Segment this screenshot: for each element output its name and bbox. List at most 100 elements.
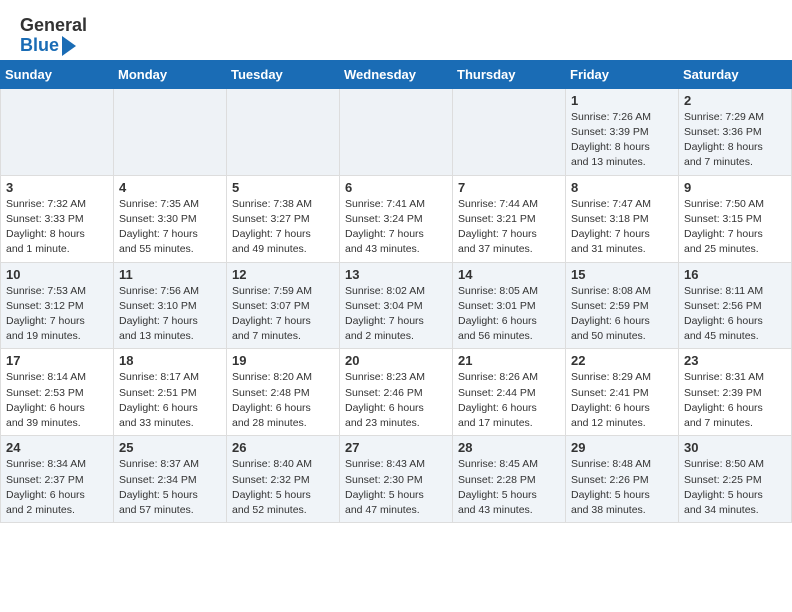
calendar-day-cell xyxy=(227,88,340,175)
day-number: 17 xyxy=(6,353,108,368)
day-number: 30 xyxy=(684,440,786,455)
calendar-day-cell: 14 Sunrise: 8:05 AM Sunset: 3:01 PM Dayli… xyxy=(453,262,566,349)
day-number: 29 xyxy=(571,440,673,455)
calendar-day-cell: 10 Sunrise: 7:53 AM Sunset: 3:12 PM Dayli… xyxy=(1,262,114,349)
calendar-day-cell: 26 Sunrise: 8:40 AM Sunset: 2:32 PM Dayli… xyxy=(227,436,340,523)
day-number: 4 xyxy=(119,180,221,195)
day-info: Sunrise: 7:59 AM Sunset: 3:07 PM Dayligh… xyxy=(232,284,334,345)
day-info: Sunrise: 8:40 AM Sunset: 2:32 PM Dayligh… xyxy=(232,457,334,518)
day-info: Sunrise: 7:56 AM Sunset: 3:10 PM Dayligh… xyxy=(119,284,221,345)
calendar-day-cell: 23 Sunrise: 8:31 AM Sunset: 2:39 PM Dayli… xyxy=(679,349,792,436)
calendar-week-row: 1 Sunrise: 7:26 AM Sunset: 3:39 PM Daylig… xyxy=(1,88,792,175)
calendar-day-cell: 16 Sunrise: 8:11 AM Sunset: 2:56 PM Dayli… xyxy=(679,262,792,349)
calendar-day-cell: 12 Sunrise: 7:59 AM Sunset: 3:07 PM Dayli… xyxy=(227,262,340,349)
calendar-table: SundayMondayTuesdayWednesdayThursdayFrid… xyxy=(0,60,792,523)
day-number: 11 xyxy=(119,267,221,282)
day-number: 26 xyxy=(232,440,334,455)
weekday-header: Monday xyxy=(114,60,227,88)
day-info: Sunrise: 8:31 AM Sunset: 2:39 PM Dayligh… xyxy=(684,370,786,431)
calendar-day-cell: 17 Sunrise: 8:14 AM Sunset: 2:53 PM Dayli… xyxy=(1,349,114,436)
day-info: Sunrise: 8:48 AM Sunset: 2:26 PM Dayligh… xyxy=(571,457,673,518)
day-number: 1 xyxy=(571,93,673,108)
day-info: Sunrise: 7:35 AM Sunset: 3:30 PM Dayligh… xyxy=(119,197,221,258)
calendar-day-cell: 27 Sunrise: 8:43 AM Sunset: 2:30 PM Dayli… xyxy=(340,436,453,523)
page-header: General Blue xyxy=(0,0,792,60)
logo-blue: Blue xyxy=(20,36,59,56)
day-number: 27 xyxy=(345,440,447,455)
day-number: 20 xyxy=(345,353,447,368)
weekday-header: Wednesday xyxy=(340,60,453,88)
day-info: Sunrise: 8:20 AM Sunset: 2:48 PM Dayligh… xyxy=(232,370,334,431)
day-number: 18 xyxy=(119,353,221,368)
calendar-day-cell: 19 Sunrise: 8:20 AM Sunset: 2:48 PM Dayli… xyxy=(227,349,340,436)
day-info: Sunrise: 7:26 AM Sunset: 3:39 PM Dayligh… xyxy=(571,110,673,171)
calendar-week-row: 17 Sunrise: 8:14 AM Sunset: 2:53 PM Dayli… xyxy=(1,349,792,436)
weekday-header: Saturday xyxy=(679,60,792,88)
calendar-week-row: 10 Sunrise: 7:53 AM Sunset: 3:12 PM Dayli… xyxy=(1,262,792,349)
day-number: 23 xyxy=(684,353,786,368)
day-number: 10 xyxy=(6,267,108,282)
day-number: 6 xyxy=(345,180,447,195)
calendar-day-cell xyxy=(340,88,453,175)
calendar-day-cell: 11 Sunrise: 7:56 AM Sunset: 3:10 PM Dayli… xyxy=(114,262,227,349)
day-info: Sunrise: 8:02 AM Sunset: 3:04 PM Dayligh… xyxy=(345,284,447,345)
day-number: 15 xyxy=(571,267,673,282)
weekday-header: Thursday xyxy=(453,60,566,88)
day-number: 28 xyxy=(458,440,560,455)
day-info: Sunrise: 8:14 AM Sunset: 2:53 PM Dayligh… xyxy=(6,370,108,431)
logo-general: General xyxy=(20,16,87,36)
day-number: 5 xyxy=(232,180,334,195)
day-number: 9 xyxy=(684,180,786,195)
day-number: 12 xyxy=(232,267,334,282)
day-info: Sunrise: 7:47 AM Sunset: 3:18 PM Dayligh… xyxy=(571,197,673,258)
day-number: 19 xyxy=(232,353,334,368)
calendar-day-cell: 30 Sunrise: 8:50 AM Sunset: 2:25 PM Dayli… xyxy=(679,436,792,523)
day-number: 16 xyxy=(684,267,786,282)
calendar-day-cell: 18Sunrise: 8:17 AM Sunset: 2:51 PM Dayli… xyxy=(114,349,227,436)
day-number: 14 xyxy=(458,267,560,282)
day-number: 7 xyxy=(458,180,560,195)
calendar-header-row: SundayMondayTuesdayWednesdayThursdayFrid… xyxy=(1,60,792,88)
calendar-day-cell: 9 Sunrise: 7:50 AM Sunset: 3:15 PM Daylig… xyxy=(679,175,792,262)
calendar-day-cell: 25Sunrise: 8:37 AM Sunset: 2:34 PM Dayli… xyxy=(114,436,227,523)
weekday-header: Sunday xyxy=(1,60,114,88)
calendar-day-cell: 28 Sunrise: 8:45 AM Sunset: 2:28 PM Dayli… xyxy=(453,436,566,523)
calendar-day-cell xyxy=(453,88,566,175)
day-info: Sunrise: 7:32 AM Sunset: 3:33 PM Dayligh… xyxy=(6,197,108,258)
day-number: 21 xyxy=(458,353,560,368)
calendar-day-cell: 6Sunrise: 7:41 AM Sunset: 3:24 PM Daylig… xyxy=(340,175,453,262)
calendar-week-row: 24 Sunrise: 8:34 AM Sunset: 2:37 PM Dayli… xyxy=(1,436,792,523)
day-info: Sunrise: 8:05 AM Sunset: 3:01 PM Dayligh… xyxy=(458,284,560,345)
day-info: Sunrise: 8:50 AM Sunset: 2:25 PM Dayligh… xyxy=(684,457,786,518)
weekday-header: Friday xyxy=(566,60,679,88)
day-number: 3 xyxy=(6,180,108,195)
day-number: 22 xyxy=(571,353,673,368)
calendar-day-cell: 8 Sunrise: 7:47 AM Sunset: 3:18 PM Daylig… xyxy=(566,175,679,262)
day-info: Sunrise: 8:11 AM Sunset: 2:56 PM Dayligh… xyxy=(684,284,786,345)
calendar-week-row: 3 Sunrise: 7:32 AM Sunset: 3:33 PM Daylig… xyxy=(1,175,792,262)
day-info: Sunrise: 8:43 AM Sunset: 2:30 PM Dayligh… xyxy=(345,457,447,518)
day-info: Sunrise: 8:34 AM Sunset: 2:37 PM Dayligh… xyxy=(6,457,108,518)
day-info: Sunrise: 8:45 AM Sunset: 2:28 PM Dayligh… xyxy=(458,457,560,518)
day-info: Sunrise: 7:53 AM Sunset: 3:12 PM Dayligh… xyxy=(6,284,108,345)
weekday-header: Tuesday xyxy=(227,60,340,88)
logo: General Blue xyxy=(20,16,87,56)
day-number: 25 xyxy=(119,440,221,455)
day-number: 2 xyxy=(684,93,786,108)
calendar-day-cell: 5 Sunrise: 7:38 AM Sunset: 3:27 PM Daylig… xyxy=(227,175,340,262)
day-info: Sunrise: 7:44 AM Sunset: 3:21 PM Dayligh… xyxy=(458,197,560,258)
day-info: Sunrise: 7:50 AM Sunset: 3:15 PM Dayligh… xyxy=(684,197,786,258)
calendar-day-cell: 22Sunrise: 8:29 AM Sunset: 2:41 PM Dayli… xyxy=(566,349,679,436)
calendar-day-cell: 20Sunrise: 8:23 AM Sunset: 2:46 PM Dayli… xyxy=(340,349,453,436)
day-info: Sunrise: 8:26 AM Sunset: 2:44 PM Dayligh… xyxy=(458,370,560,431)
calendar-day-cell: 24 Sunrise: 8:34 AM Sunset: 2:37 PM Dayli… xyxy=(1,436,114,523)
day-number: 24 xyxy=(6,440,108,455)
calendar-day-cell: 15Sunrise: 8:08 AM Sunset: 2:59 PM Dayli… xyxy=(566,262,679,349)
day-number: 8 xyxy=(571,180,673,195)
calendar-day-cell: 13 Sunrise: 8:02 AM Sunset: 3:04 PM Dayli… xyxy=(340,262,453,349)
day-info: Sunrise: 7:29 AM Sunset: 3:36 PM Dayligh… xyxy=(684,110,786,171)
calendar-day-cell: 1 Sunrise: 7:26 AM Sunset: 3:39 PM Daylig… xyxy=(566,88,679,175)
day-number: 13 xyxy=(345,267,447,282)
day-info: Sunrise: 7:38 AM Sunset: 3:27 PM Dayligh… xyxy=(232,197,334,258)
calendar-day-cell: 21 Sunrise: 8:26 AM Sunset: 2:44 PM Dayli… xyxy=(453,349,566,436)
